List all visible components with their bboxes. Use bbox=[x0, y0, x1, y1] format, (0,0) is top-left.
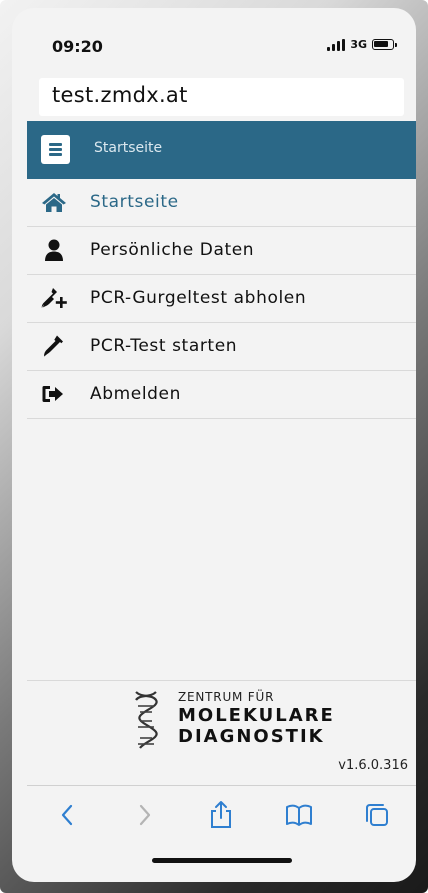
nav-item-label: PCR-Gurgeltest abholen bbox=[90, 288, 307, 308]
test-tube-icon bbox=[44, 335, 63, 357]
hamburger-icon bbox=[49, 143, 62, 156]
share-icon[interactable] bbox=[206, 800, 236, 830]
logo-line2: MOLEKULARE bbox=[178, 705, 335, 726]
sign-out-icon bbox=[42, 386, 63, 402]
status-time: 09:20 bbox=[52, 37, 103, 56]
add-test-tube-icon bbox=[41, 288, 67, 308]
dna-icon bbox=[135, 691, 158, 749]
app-header: Startseite bbox=[27, 121, 416, 179]
tabs-icon[interactable] bbox=[362, 800, 392, 830]
menu-button[interactable] bbox=[41, 135, 70, 164]
nav-item-label: Startseite bbox=[90, 192, 179, 212]
home-icon bbox=[42, 193, 66, 212]
url-text: test.zmdx.at bbox=[52, 83, 188, 107]
status-indicators: 3G bbox=[327, 38, 397, 51]
phone-screen: 09:20 3G test.zmdx.at Startseite Startse… bbox=[12, 8, 416, 882]
nav-menu: Startseite Persönliche Daten PCR-Gurgelt… bbox=[27, 179, 416, 419]
nav-item-label: PCR-Test starten bbox=[90, 336, 238, 356]
battery-icon bbox=[372, 39, 397, 50]
app-version: v1.6.0.316 bbox=[338, 758, 408, 773]
forward-icon[interactable] bbox=[130, 800, 160, 830]
network-type: 3G bbox=[350, 38, 367, 51]
bookmarks-icon[interactable] bbox=[284, 800, 314, 830]
nav-item-pcr-gurgeltest-abholen[interactable]: PCR-Gurgeltest abholen bbox=[27, 275, 416, 323]
header-title: Startseite bbox=[94, 140, 163, 156]
nav-item-persoenliche-daten[interactable]: Persönliche Daten bbox=[27, 227, 416, 275]
nav-item-startseite[interactable]: Startseite bbox=[27, 179, 416, 227]
browser-toolbar bbox=[27, 786, 416, 846]
nav-item-label: Persönliche Daten bbox=[90, 240, 255, 260]
back-icon[interactable] bbox=[52, 800, 82, 830]
footer-divider bbox=[27, 680, 416, 681]
logo-line3: DIAGNOSTIK bbox=[178, 726, 325, 747]
url-bar[interactable]: test.zmdx.at bbox=[39, 78, 404, 116]
nav-item-pcr-test-starten[interactable]: PCR-Test starten bbox=[27, 323, 416, 371]
nav-item-label: Abmelden bbox=[90, 384, 181, 404]
nav-item-abmelden[interactable]: Abmelden bbox=[27, 371, 416, 419]
logo-line1: ZENTRUM FÜR bbox=[178, 690, 275, 704]
signal-icon bbox=[327, 38, 346, 51]
status-bar: 09:20 3G bbox=[12, 8, 416, 68]
zmd-logo: ZENTRUM FÜR MOLEKULARE DIAGNOSTIK bbox=[130, 688, 333, 752]
home-indicator[interactable] bbox=[152, 858, 292, 863]
user-icon bbox=[45, 239, 63, 261]
